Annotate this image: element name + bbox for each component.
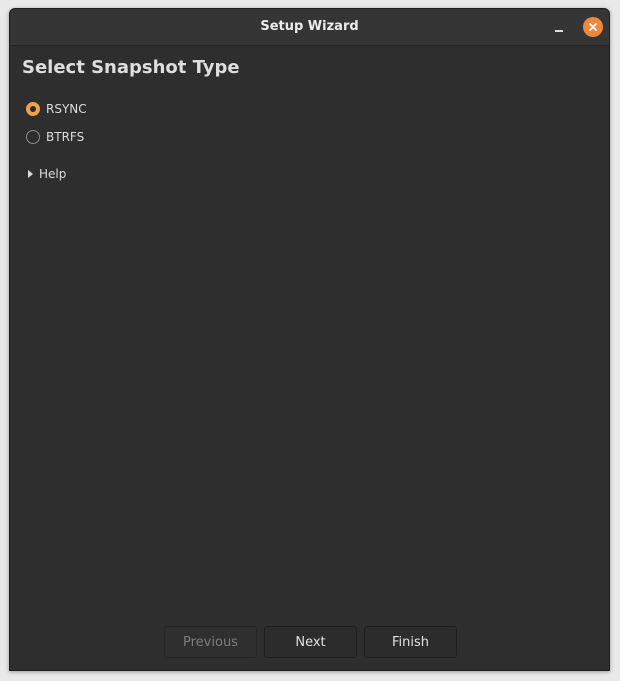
window-title: Setup Wizard (260, 19, 359, 34)
help-expander[interactable]: Help (28, 166, 66, 182)
next-button[interactable]: Next (264, 626, 357, 658)
expander-arrow-icon (28, 170, 33, 178)
radio-option-rsync[interactable]: RSYNC (26, 100, 87, 118)
radio-option-btrfs[interactable]: BTRFS (26, 128, 84, 146)
minimize-icon (555, 30, 563, 32)
radio-label-btrfs: BTRFS (46, 130, 85, 144)
titlebar[interactable]: Setup Wizard (10, 9, 609, 46)
close-button[interactable] (583, 17, 603, 37)
page-title: Select Snapshot Type (22, 57, 240, 78)
finish-button[interactable]: Finish (364, 626, 457, 658)
setup-wizard-window: Setup Wizard Select Snapshot Type RSYNC … (9, 8, 610, 671)
radio-button-unchecked[interactable] (26, 130, 40, 144)
radio-label-rsync: RSYNC (46, 102, 87, 116)
previous-button[interactable]: Previous (164, 626, 257, 658)
radio-button-checked[interactable] (26, 102, 40, 116)
close-icon (589, 23, 597, 31)
minimize-button[interactable] (549, 17, 569, 37)
help-label: Help (39, 167, 67, 181)
